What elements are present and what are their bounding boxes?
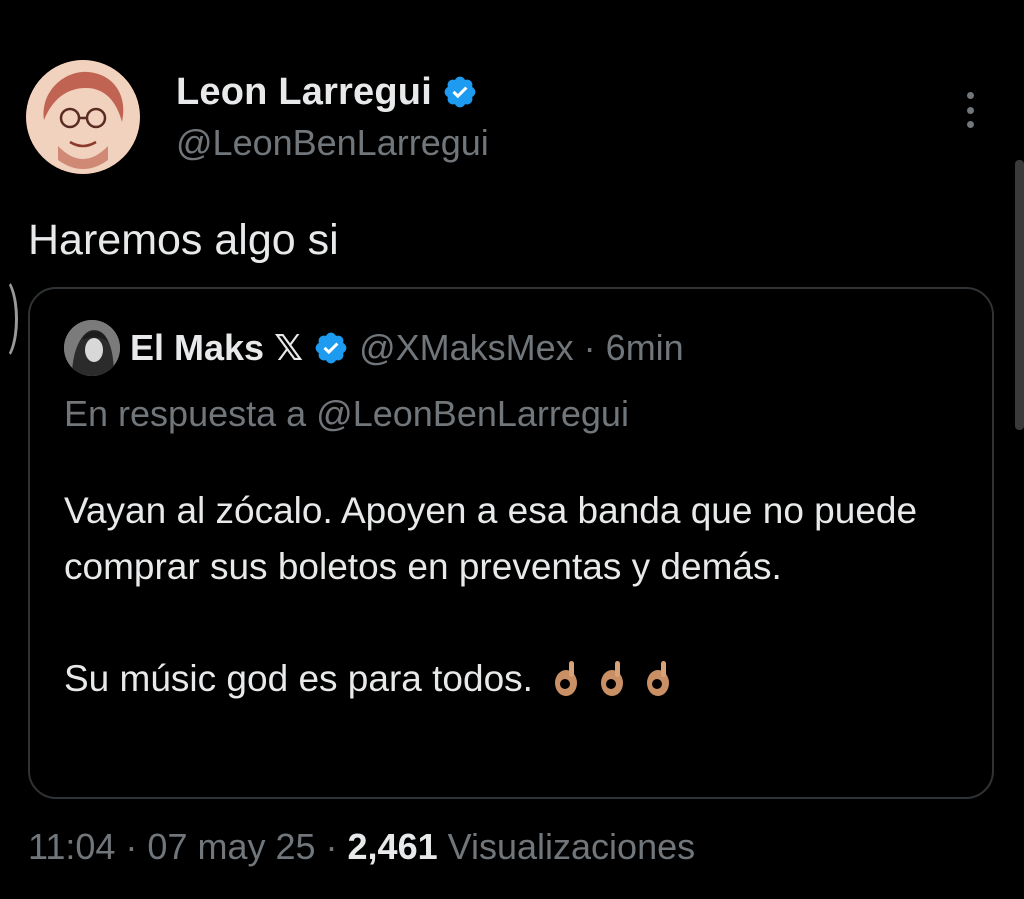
tweet-meta: 11:04 · 07 may 25 · 2,461 Visualizacione… — [28, 826, 695, 868]
author-avatar-illustration — [26, 60, 140, 174]
quoted-tweet-paragraph: Su músic god es para todos. — [64, 651, 964, 707]
ok-hand-emoji — [599, 659, 625, 699]
quoted-author-avatar[interactable] — [64, 320, 120, 376]
tweet: Leon Larregui @LeonBenLarregui Haremos a… — [0, 0, 1024, 899]
more-options-button[interactable] — [950, 86, 990, 134]
reply-handle-link[interactable]: @LeonBenLarregui — [316, 393, 629, 434]
views-label[interactable]: Visualizaciones — [448, 826, 695, 868]
author-name-row[interactable]: Leon Larregui — [176, 68, 478, 116]
tweet-text: Haremos algo si — [28, 216, 339, 264]
quoted-tweet-card[interactable]: El Maks 𝕏 @XMaksMex · 6min En respuesta … — [28, 287, 994, 799]
quoted-tweet-paragraph-text: Su músic god es para todos. — [64, 658, 533, 699]
tweet-date[interactable]: 07 may 25 — [147, 826, 315, 868]
ok-hand-emoji — [645, 659, 671, 699]
author-handle[interactable]: @LeonBenLarregui — [176, 122, 489, 164]
reply-prefix: En respuesta a — [64, 393, 307, 434]
ok-hand-emoji — [553, 659, 579, 699]
author-avatar[interactable] — [26, 60, 140, 174]
separator-dot: · — [125, 826, 138, 867]
edge-arc-fragment — [0, 276, 18, 362]
separator-dot: · — [325, 826, 338, 867]
quoted-author-name[interactable]: El Maks — [130, 327, 264, 369]
quoted-tweet-time[interactable]: 6min — [606, 327, 684, 369]
separator-dot: · — [583, 327, 596, 368]
more-vertical-icon-dot — [966, 121, 974, 128]
verified-badge-icon — [315, 332, 347, 364]
scrollbar-thumb[interactable] — [1015, 160, 1024, 430]
more-vertical-icon-dot — [966, 106, 974, 114]
views-count[interactable]: 2,461 — [348, 826, 438, 868]
verified-badge-icon — [444, 76, 476, 108]
author-name[interactable]: Leon Larregui — [176, 71, 432, 114]
quoted-tweet-paragraph: Vayan al zócalo. Apoyen a esa banda que … — [64, 490, 918, 587]
tweet-time[interactable]: 11:04 — [28, 826, 115, 868]
x-logo-icon: 𝕏 — [274, 327, 304, 368]
quoted-avatar-illustration — [64, 320, 120, 376]
quoted-author-handle[interactable]: @XMaksMex — [359, 327, 574, 369]
quoted-tweet-body: Vayan al zócalo. Apoyen a esa banda que … — [64, 483, 964, 707]
quoted-tweet-header: El Maks 𝕏 @XMaksMex · 6min — [64, 319, 684, 377]
reply-context: En respuesta a @LeonBenLarregui — [64, 393, 629, 435]
more-vertical-icon-dot — [966, 92, 974, 99]
